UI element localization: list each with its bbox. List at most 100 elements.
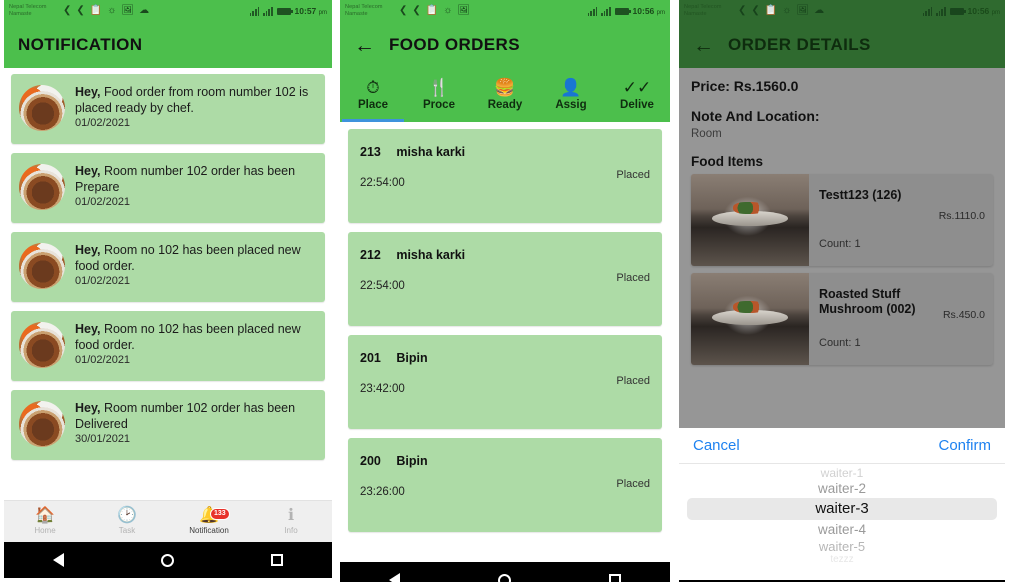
notification-list[interactable]: Hey, Food order from room number 102 is … — [4, 68, 332, 500]
avatar — [19, 401, 65, 447]
back-chevron-icon: ❮ — [738, 5, 747, 16]
note-heading: Note And Location: — [691, 108, 820, 124]
order-time: 23:26:00 — [360, 486, 405, 498]
food-image — [691, 174, 809, 266]
confirm-button[interactable]: Confirm — [938, 437, 991, 454]
notification-date: 30/01/2021 — [75, 433, 131, 445]
recents-square-icon[interactable] — [271, 554, 284, 566]
order-header: 212 misha karki — [360, 248, 650, 262]
page-title: FOOD ORDERS — [389, 35, 520, 54]
table-row[interactable]: 201 Bipin 23:42:00 Placed — [348, 335, 662, 429]
waiter-picker-sheet[interactable]: Cancel Confirm waiter-1 waiter-2 waiter-… — [679, 428, 1005, 580]
list-item[interactable]: Roasted Stuff Mushroom (002) Count: 1 Rs… — [691, 273, 993, 365]
list-item[interactable]: Hey, Room no 102 has been placed new foo… — [11, 311, 325, 381]
list-item[interactable]: Hey, Room number 102 order has been Deli… — [11, 390, 325, 460]
android-navigation-bar[interactable] — [4, 542, 332, 578]
list-item[interactable]: Hey, Food order from room number 102 is … — [11, 74, 325, 144]
home-circle-icon[interactable] — [498, 573, 511, 582]
food-price: Rs.1110.0 — [938, 210, 985, 222]
app-bar-order-details: ← ORDER DETAILS — [679, 22, 1005, 68]
bottom-navigation[interactable]: 🏠 Home 🕑 Task 133 🔔 Notification ℹ Info — [4, 500, 332, 542]
signal-icon — [601, 6, 611, 16]
page-title: NOTIFICATION — [18, 35, 143, 54]
picker-action-bar: Cancel Confirm — [679, 428, 1005, 464]
clock-icon: ⏱ — [366, 78, 380, 97]
status-bar-icons: ❮ ❮ 📋 ☼ 🖼 ☁ — [63, 6, 149, 16]
recents-square-icon[interactable] — [609, 574, 621, 582]
home-icon: 🏠 — [35, 507, 55, 524]
nav-item-task[interactable]: 🕑 Task — [86, 508, 168, 536]
tab-process[interactable]: 🍴 Proce — [406, 68, 472, 122]
cancel-button[interactable]: Cancel — [693, 437, 740, 454]
status-badge: Placed — [616, 375, 650, 387]
clipboard-icon: 📋 — [764, 5, 778, 16]
back-triangle-icon[interactable] — [52, 553, 64, 567]
back-arrow-icon[interactable]: ← — [354, 35, 375, 56]
status-badge: Placed — [616, 169, 650, 181]
nav-item-home[interactable]: 🏠 Home — [4, 507, 86, 536]
picker-option[interactable]: waiter-2 — [679, 480, 1005, 497]
notification-text: Hey, Room number 102 order has been Deli… — [75, 399, 317, 445]
fork-knife-icon: 🍴 — [428, 78, 450, 97]
nav-item-info[interactable]: ℹ Info — [250, 508, 332, 536]
status-bar-right: 10:57 pm — [249, 6, 327, 16]
picker-option[interactable]: waiter-1 — [679, 467, 1005, 480]
back-chevron-icon: ❮ — [399, 5, 408, 16]
tab-label: Assig — [555, 99, 587, 111]
status-bar-right: 10:56 pm — [587, 6, 665, 16]
food-items-heading: Food Items — [691, 154, 764, 169]
picker-option[interactable]: tezzz — [679, 555, 1005, 565]
food-count: Count: 1 — [819, 337, 861, 349]
carrier-label: Nepal Telecom Namaste — [345, 4, 383, 17]
order-number: 201 — [360, 351, 381, 365]
nav-item-notification[interactable]: 133 🔔 Notification — [168, 508, 250, 535]
picker-option[interactable]: waiter-5 — [679, 538, 1005, 555]
notification-text: Hey, Room no 102 has been placed new foo… — [75, 320, 317, 366]
back-arrow-icon[interactable]: ← — [693, 35, 714, 56]
battery-icon — [276, 7, 293, 15]
table-row[interactable]: 212 misha karki 22:54:00 Placed — [348, 232, 662, 326]
table-row[interactable]: 213 misha karki 22:54:00 Placed — [348, 129, 662, 223]
tab-ready[interactable]: 🍔 Ready — [472, 68, 538, 122]
list-item[interactable]: Testt123 (126) Count: 1 Rs.1110.0 — [691, 174, 993, 266]
waiter-picker-list[interactable]: waiter-1 waiter-2 waiter-3 waiter-4 wait… — [679, 464, 1005, 580]
tab-assign[interactable]: 👤 Assig — [538, 68, 604, 122]
notification-date: 01/02/2021 — [75, 354, 131, 366]
avatar — [19, 243, 65, 289]
status-badge: 133 — [210, 508, 230, 520]
back-triangle-icon[interactable] — [389, 573, 400, 582]
image-icon: 🖼 — [796, 5, 810, 16]
avatar — [19, 164, 65, 210]
order-list[interactable]: 213 misha karki 22:54:00 Placed 212 mish… — [340, 122, 670, 562]
notification-date: 01/02/2021 — [75, 275, 131, 287]
tab-label: Delive — [620, 99, 654, 111]
tab-bar[interactable]: ⏱ Place 🍴 Proce 🍔 Ready 👤 Assig ✓✓ Deliv… — [340, 68, 670, 122]
status-bar-time: 10:56 pm — [967, 6, 1000, 16]
screenshot-stage: Nepal Telecom Namaste ❮ ❮ 📋 ☼ 🖼 ☁ 10:57 … — [0, 0, 1009, 582]
list-item[interactable]: Hey, Room no 102 has been placed new foo… — [11, 232, 325, 302]
order-customer: Bipin — [396, 351, 428, 365]
order-price: Price: Rs.1560.0 — [691, 78, 799, 94]
order-customer: Bipin — [396, 454, 428, 468]
brightness-icon: ☼ — [443, 5, 453, 16]
phone-screen-order-details: Nepal Telecom Namaste ❮ ❮ 📋 ☼ 🖼 ☁ 10:56 … — [679, 0, 1005, 582]
notification-text: Hey, Food order from room number 102 is … — [75, 83, 317, 129]
order-header: 200 Bipin — [360, 454, 650, 468]
order-number: 200 — [360, 454, 381, 468]
order-header: 201 Bipin — [360, 351, 650, 365]
back-chevron-icon: ❮ — [76, 5, 85, 16]
back-chevron-icon: ❮ — [63, 5, 72, 16]
list-item[interactable]: Hey, Room number 102 order has been Prep… — [11, 153, 325, 223]
battery-icon — [949, 7, 966, 15]
table-row[interactable]: 200 Bipin 23:26:00 Placed — [348, 438, 662, 532]
signal-icon — [587, 6, 598, 16]
tab-place[interactable]: ⏱ Place — [340, 68, 406, 122]
status-bar: Nepal Telecom Namaste ❮ ❮ 📋 ☼ 🖼 ☁ 10:56 … — [679, 0, 1005, 22]
home-circle-icon[interactable] — [160, 553, 174, 567]
picker-option[interactable]: waiter-4 — [679, 521, 1005, 538]
picker-option-selected[interactable]: waiter-3 — [687, 498, 997, 520]
android-navigation-bar[interactable] — [340, 562, 670, 582]
tab-deliver[interactable]: ✓✓ Delive — [604, 68, 670, 122]
status-bar-time: 10:57 pm — [294, 6, 327, 16]
clipboard-icon: 📋 — [89, 5, 103, 16]
